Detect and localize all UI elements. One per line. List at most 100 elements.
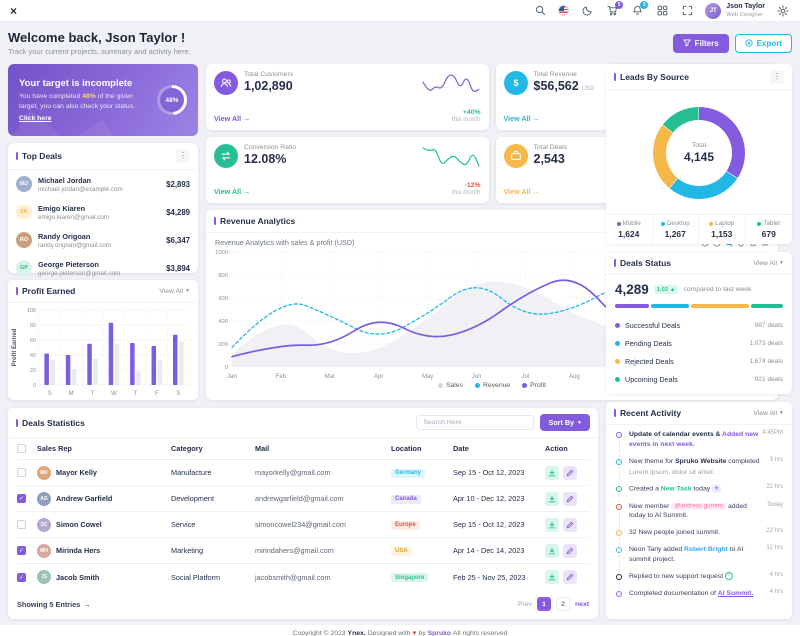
chart-subtitle: Revenue Analytics with sales & profit (U…	[215, 238, 354, 247]
activity-time: 4:45PM	[762, 430, 783, 450]
stat-icon	[504, 144, 528, 168]
svg-text:Mar: Mar	[325, 374, 335, 380]
view-all-link[interactable]: View All▼	[753, 410, 784, 417]
activity-link[interactable]: AI Summit.	[718, 590, 754, 597]
svg-text:W: W	[111, 391, 117, 397]
stat-delta: -12%this month	[452, 182, 481, 196]
pagination-page[interactable]: 2	[556, 597, 570, 611]
view-all-link[interactable]: View All▼	[753, 260, 784, 267]
search-input[interactable]	[416, 415, 534, 430]
deal-name: Emigo Kiaren	[38, 204, 109, 213]
profit-earned-card: Profit Earned View All▼ 020406080100SMTW…	[8, 280, 198, 400]
settings-gear-icon[interactable]	[776, 4, 790, 18]
activity-link[interactable]: New Task	[661, 486, 692, 493]
row-checkbox[interactable]	[17, 520, 26, 529]
pagination-next[interactable]: next	[575, 601, 589, 608]
activity-text: New theme for Spruko Website completedLo…	[629, 457, 766, 478]
view-all-link[interactable]: View All →	[504, 187, 540, 196]
stat-card: Total Customers 1,02,890 View All → +40%…	[206, 64, 489, 130]
deal-name: Michael Jordan	[38, 176, 123, 185]
stat-sparkline	[421, 146, 481, 168]
top-deal-row[interactable]: GP George Pieterson george.pieterson@gma…	[8, 254, 198, 282]
activity-item: Neon Tarly added Robert Bright to AI sum…	[615, 545, 783, 572]
view-all-link[interactable]: View All →	[504, 114, 540, 123]
activity-item: Update of calendar events & Added new ev…	[615, 430, 783, 457]
legend-item: Mobile 1,624	[606, 215, 653, 244]
legend-item[interactable]: Sales	[438, 382, 463, 389]
footer: Copyright © 2023 Ynex. Designed with ♥ b…	[0, 625, 800, 636]
download-button[interactable]	[545, 570, 559, 584]
download-button[interactable]	[545, 492, 559, 506]
deals-table: Sales Rep Category Mail Location Date Ac…	[8, 438, 598, 590]
top-deals-card: Top Deals ⋮ MJ Michael Jordan michael.jo…	[8, 143, 198, 273]
deal-name: Randy Origoan	[38, 232, 111, 241]
more-options-button[interactable]: ⋮	[770, 70, 784, 84]
stat-icon: $	[504, 71, 528, 95]
svg-text:0: 0	[33, 383, 36, 389]
search-icon[interactable]	[533, 4, 547, 18]
edit-button[interactable]	[563, 466, 577, 480]
deal-amount: $3,894	[166, 264, 190, 273]
top-deal-row[interactable]: MJ Michael Jordan michael.jordan@example…	[8, 170, 198, 198]
card-title: Deals Status	[614, 258, 671, 268]
edit-button[interactable]	[563, 544, 577, 558]
download-button[interactable]	[545, 466, 559, 480]
download-button[interactable]	[545, 518, 559, 532]
svg-text:600: 600	[218, 296, 228, 302]
select-all-checkbox[interactable]	[17, 444, 26, 453]
row-checkbox[interactable]: ✓	[17, 573, 26, 582]
row-checkbox[interactable]	[17, 468, 26, 477]
export-button[interactable]: Export	[735, 34, 792, 53]
user-profile-menu[interactable]: JT Json Taylor Web Designer	[705, 3, 765, 19]
more-options-button[interactable]: ⋮	[176, 149, 190, 163]
filter-icon	[683, 39, 691, 47]
stat-label: Total Customers	[244, 71, 293, 78]
svg-text:Profit Earned: Profit Earned	[12, 328, 18, 366]
notifications-bell-icon[interactable]: 3	[630, 4, 644, 18]
sort-by-button[interactable]: Sort By▼	[540, 414, 590, 431]
legend-item: Laptop 1,153	[699, 215, 746, 244]
svg-text:200: 200	[218, 342, 228, 348]
close-icon[interactable]: ×	[10, 5, 17, 17]
deals-total: 4,289	[615, 282, 649, 297]
view-all-link[interactable]: View All →	[214, 187, 250, 196]
top-deal-row[interactable]: EK Emigo Kiaren emigo.kiaren@gmail.com $…	[8, 198, 198, 226]
edit-button[interactable]	[563, 518, 577, 532]
pagination-page[interactable]: 1	[537, 597, 551, 611]
target-progress-card: Your target is incomplete You have compl…	[8, 64, 198, 136]
svg-text:Jun: Jun	[472, 374, 482, 380]
avatar: MJ	[16, 176, 32, 192]
language-flag-icon[interactable]	[558, 5, 569, 16]
cart-icon[interactable]: 5	[605, 4, 619, 18]
row-checkbox[interactable]: ✓	[17, 494, 26, 503]
activity-item: Completed documentation of AI Summit. 4 …	[615, 589, 783, 606]
edit-button[interactable]	[563, 570, 577, 584]
download-button[interactable]	[545, 544, 559, 558]
deal-name: George Pieterson	[38, 260, 120, 269]
view-all-link[interactable]: View All▼	[159, 288, 190, 295]
activity-text: Update of calendar events & Added new ev…	[629, 430, 758, 450]
pagination-prev[interactable]: Prev	[518, 601, 532, 608]
click-here-link[interactable]: Click here	[19, 115, 52, 122]
legend-item[interactable]: Revenue	[475, 382, 510, 389]
location-badge: USA	[391, 547, 412, 556]
view-all-link[interactable]: View All →	[214, 114, 250, 123]
apps-grid-icon[interactable]	[655, 4, 669, 18]
row-checkbox[interactable]: ✓	[17, 546, 26, 555]
edit-button[interactable]	[563, 492, 577, 506]
fullscreen-icon[interactable]	[680, 4, 694, 18]
table-row: ✓ MHMirinda Hers Marketing mirindahers@g…	[17, 538, 589, 564]
dark-mode-moon-icon[interactable]	[580, 4, 594, 18]
heart-icon: ♥	[412, 630, 416, 636]
filters-button[interactable]: Filters	[673, 34, 729, 53]
table-row: SCSimon Cowel Service simoncowel234@gmai…	[17, 512, 589, 538]
deals-status-progressbar	[615, 304, 783, 308]
deals-status-card: Deals Status View All▼ 4,289 1.02 ▲ comp…	[606, 252, 792, 394]
top-deals-list: MJ Michael Jordan michael.jordan@example…	[8, 170, 198, 282]
legend-item[interactable]: Profit	[522, 382, 546, 389]
spruko-link[interactable]: Spruko	[428, 630, 451, 636]
welcome-header: Welcome back, Json Taylor ! Track your c…	[8, 30, 792, 56]
page-subtitle: Track your current projects, summary and…	[8, 47, 191, 56]
activity-link[interactable]: Robert Bright	[684, 546, 728, 553]
top-deal-row[interactable]: RO Randy Origoan randy.origoan@gmail.com…	[8, 226, 198, 254]
